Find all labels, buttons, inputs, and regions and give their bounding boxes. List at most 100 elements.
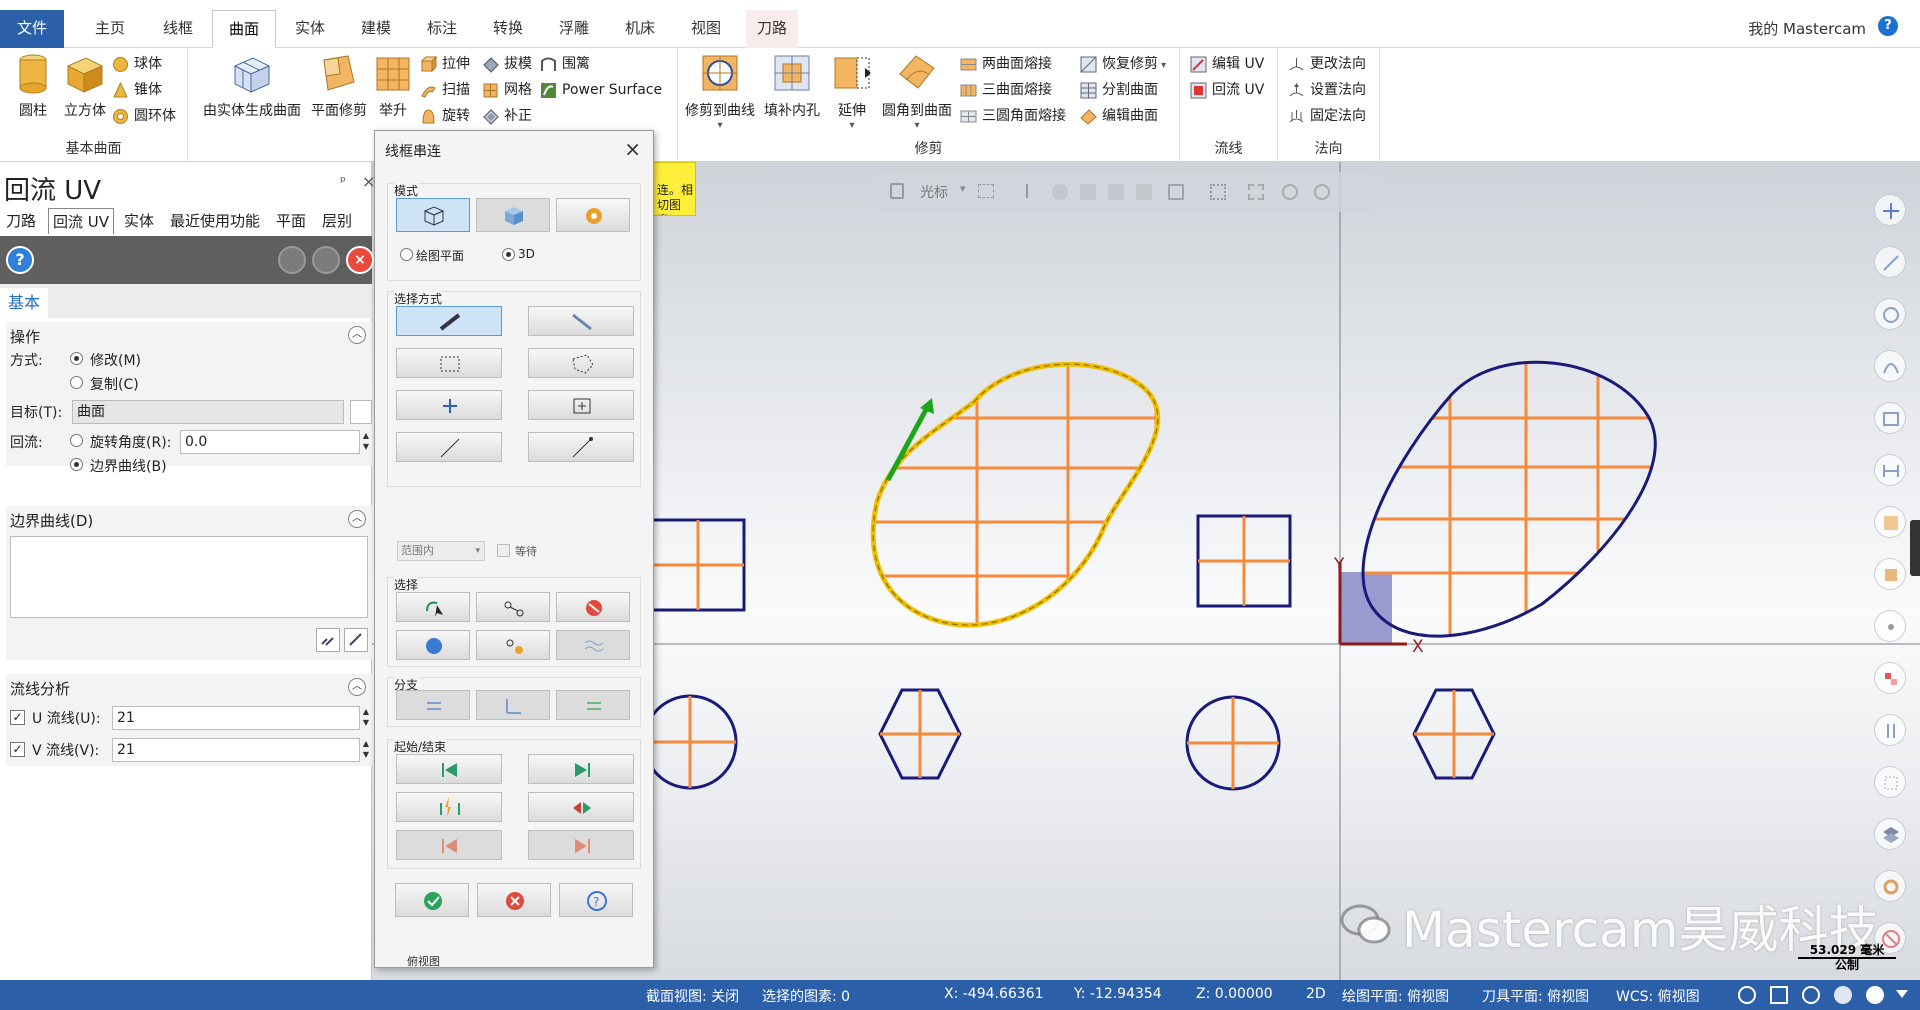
sphere-button[interactable]: 球体 (112, 52, 162, 76)
square-shape[interactable] (1196, 514, 1292, 608)
area-method-button[interactable] (528, 390, 634, 420)
line-tool-icon[interactable] (1874, 246, 1906, 278)
body-select-icon[interactable] (1136, 184, 1152, 200)
vector-select-icon[interactable] (1168, 184, 1184, 200)
fillet-to-surfaces-button[interactable]: 圆角到曲面 ▾ (876, 52, 958, 131)
boundary-radio[interactable] (70, 458, 83, 471)
clear-selection-icon[interactable] (1314, 184, 1330, 200)
v-flowline-spinner[interactable]: ▲ ▼ (360, 738, 372, 762)
clear-select-button[interactable] (556, 592, 630, 622)
tab-relief[interactable]: 浮雕 (548, 10, 600, 48)
fix-normals-button[interactable]: 固定法向 (1288, 104, 1366, 128)
three-fillet-blend-button[interactable]: 三圆角面熔接 (960, 104, 1066, 128)
tab-model[interactable]: 建模 (350, 10, 402, 48)
extend-button[interactable]: 延伸 ▾ (828, 52, 876, 131)
collapse-chevron-icon[interactable]: ︿ (348, 326, 366, 344)
help-icon[interactable]: ? (1878, 16, 1898, 36)
u-flowline-input[interactable]: 21 (112, 706, 360, 730)
circle-shape[interactable] (642, 694, 738, 790)
dialog-close-icon[interactable]: × (624, 137, 641, 161)
mesh-tool-icon[interactable] (1874, 610, 1906, 642)
square-shape[interactable] (650, 518, 746, 612)
sweep-button[interactable]: 扫描 (420, 78, 470, 102)
modify-radio[interactable] (70, 352, 83, 365)
torus-button[interactable]: 圆环体 (112, 104, 176, 128)
tab-file[interactable]: 文件 (0, 10, 64, 48)
change-normals-button[interactable]: 更改法向 (1288, 52, 1366, 76)
branch-back-button[interactable] (396, 690, 470, 720)
set-normals-button[interactable]: 设置法向 (1288, 78, 1366, 102)
ok-icon[interactable] (312, 246, 340, 274)
loft-button[interactable]: 举升 (372, 52, 414, 120)
wait-checkbox[interactable] (497, 544, 510, 557)
hexagon-shape[interactable] (1412, 688, 1496, 780)
circle-tool-icon[interactable] (1874, 298, 1906, 330)
fence-button[interactable]: 围篱 (540, 52, 590, 76)
tab-transform[interactable]: 转换 (482, 10, 534, 48)
panel-tab-recent[interactable]: 最近使用功能 (166, 208, 264, 234)
solid-tool-icon[interactable] (1874, 558, 1906, 590)
panel-tab-flow-uv[interactable]: 回流 UV (48, 208, 115, 234)
tab-dimension[interactable]: 标注 (416, 10, 468, 48)
window-method-button[interactable] (396, 348, 502, 378)
three-surface-blend-button[interactable]: 三曲面熔接 (960, 78, 1052, 102)
render-icon[interactable] (1866, 986, 1884, 1004)
plane-mode-radio[interactable] (400, 248, 413, 261)
shaded-icon[interactable] (1834, 986, 1852, 1004)
rotate-radio[interactable] (70, 434, 83, 447)
branch-step-button[interactable] (476, 690, 550, 720)
pin-icon[interactable]: ᵖ (340, 174, 346, 190)
cancel-icon[interactable]: × (346, 246, 374, 274)
face-select-icon[interactable] (1080, 184, 1096, 200)
side-panel-handle[interactable] (1910, 520, 1920, 576)
branch-forward-button[interactable] (556, 690, 630, 720)
chain-method-button[interactable] (396, 306, 502, 336)
wireframe-mode-button[interactable] (396, 198, 470, 232)
extrude-button[interactable]: 拉伸 (420, 52, 470, 76)
display-mode-icon[interactable] (1770, 986, 1788, 1004)
edit-uv-button[interactable]: 编辑 UV (1190, 52, 1264, 76)
flat-boundary-button[interactable]: 平面修剪 (306, 52, 372, 120)
collapse-chevron-icon[interactable]: ︿ (348, 678, 366, 696)
tab-view[interactable]: 视图 (680, 10, 732, 48)
surface-tool-icon[interactable] (1874, 506, 1906, 538)
section-view-status[interactable]: 截面视图: 关闭 (646, 986, 739, 1006)
target-field[interactable]: 曲面 (72, 400, 344, 424)
tab-solid[interactable]: 实体 (284, 10, 336, 48)
window-select-icon[interactable] (1210, 184, 1226, 200)
panel-tab-solids[interactable]: 实体 (120, 208, 158, 234)
add-icon[interactable] (1874, 194, 1906, 226)
single-method-button[interactable] (396, 390, 502, 420)
chain-select-icon[interactable] (1248, 184, 1264, 200)
3d-mode-radio[interactable] (502, 248, 515, 261)
color-tool-icon[interactable] (1874, 662, 1906, 694)
chain-link-icon[interactable] (316, 628, 340, 652)
hexagon-shape[interactable] (878, 688, 962, 780)
rotate-angle-spinner[interactable]: ▲ ▼ (360, 430, 372, 454)
dynamic-start-button[interactable] (396, 792, 502, 822)
layers-tool-icon[interactable] (1874, 818, 1906, 850)
2d-3d-toggle[interactable]: 2D (1306, 986, 1326, 1002)
globe-icon[interactable] (1738, 986, 1756, 1004)
tab-surface[interactable]: 曲面 (212, 10, 276, 48)
vector-method-button[interactable] (396, 432, 502, 462)
panel-tab-levels[interactable]: 层别 (318, 208, 356, 234)
dimension-tool-icon[interactable] (1874, 454, 1906, 486)
select-arrow-icon[interactable] (1026, 184, 1038, 198)
trim-to-curves-button[interactable]: 修剪到曲线 ▾ (684, 52, 756, 131)
u-flowline-checkbox[interactable]: ✓ (10, 710, 25, 725)
vector-arrow-method-button[interactable] (528, 432, 634, 462)
v-flowline-input[interactable]: 21 (112, 738, 360, 762)
chain-unlink-icon[interactable] (344, 628, 368, 652)
panel-tab-toolpaths[interactable]: 刀路 (2, 208, 40, 234)
chain-options-button[interactable] (556, 198, 630, 232)
collapse-chevron-icon[interactable]: ︿ (348, 510, 366, 528)
select-options-button[interactable] (476, 630, 550, 660)
start-first-button[interactable] (396, 754, 502, 784)
circle-shape[interactable] (1185, 695, 1281, 791)
v-flowline-checkbox[interactable]: ✓ (10, 742, 25, 757)
my-mastercam-link[interactable]: 我的 Mastercam (1748, 18, 1866, 39)
status-menu-icon[interactable] (1896, 990, 1908, 998)
grid-tool-icon[interactable] (1874, 766, 1906, 798)
dialog-cancel-button[interactable] (477, 883, 551, 917)
